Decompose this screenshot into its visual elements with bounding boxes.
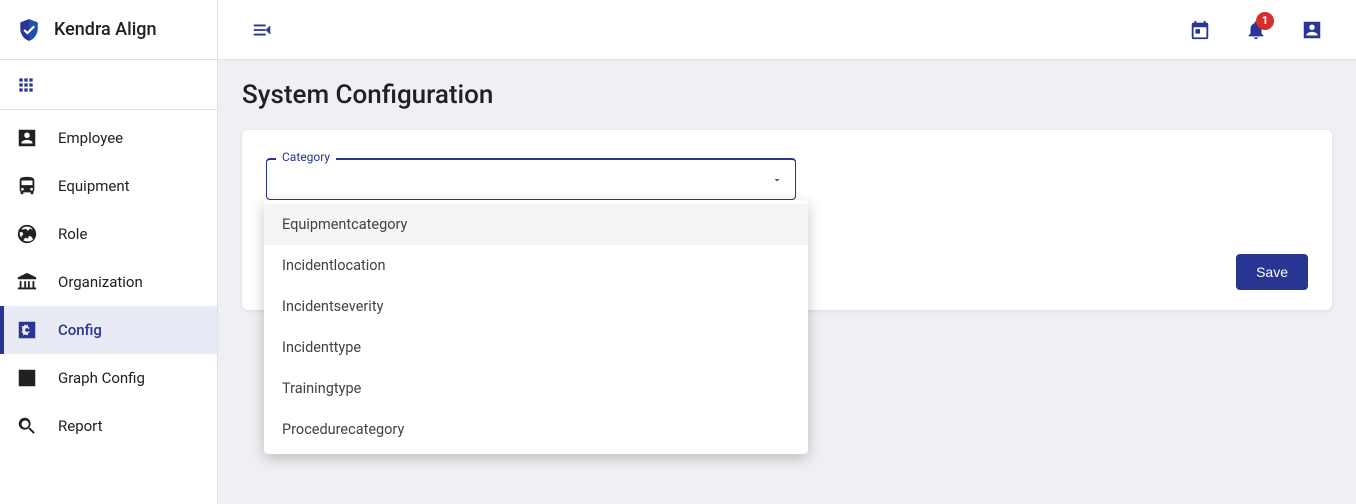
sidebar-item-label: Graph Config (58, 369, 145, 387)
chevron-down-icon (771, 174, 783, 186)
person-box-icon (16, 127, 38, 149)
sidebar-item-graph-config[interactable]: Graph Config (0, 354, 217, 402)
sidebar-item-role[interactable]: Role (0, 210, 217, 258)
apps-icon (16, 75, 36, 95)
notifications-button[interactable]: 1 (1236, 10, 1276, 50)
sidebar-item-employee[interactable]: Employee (0, 114, 217, 162)
category-dropdown: Equipmentcategory Incidentlocation Incid… (264, 200, 808, 454)
sidebar-item-label: Config (58, 321, 102, 339)
sidebar-item-equipment[interactable]: Equipment (0, 162, 217, 210)
settings-box-icon (16, 319, 38, 341)
globe-admin-icon (16, 223, 38, 245)
category-option[interactable]: Incidenttype (264, 327, 808, 368)
calendar-button[interactable] (1180, 10, 1220, 50)
account-button[interactable] (1292, 10, 1332, 50)
sidebar-item-config[interactable]: Config (0, 306, 217, 354)
brand: Kendra Align (0, 0, 217, 60)
search-icon (16, 415, 38, 437)
category-option[interactable]: Procedurecategory (264, 409, 808, 450)
category-select[interactable] (266, 158, 796, 200)
config-card: Category Equipmentcategory Incidentlocat… (242, 130, 1332, 310)
save-button[interactable]: Save (1236, 254, 1308, 290)
account-icon (1301, 19, 1323, 41)
menu-collapse-button[interactable] (242, 10, 282, 50)
notification-badge: 1 (1256, 12, 1274, 30)
calendar-icon (1189, 19, 1211, 41)
category-option[interactable]: Trainingtype (264, 368, 808, 409)
brand-name: Kendra Align (54, 19, 157, 40)
category-label: Category (276, 150, 336, 164)
institution-icon (16, 271, 38, 293)
chart-settings-icon (16, 367, 38, 389)
sidebar-item-label: Role (58, 225, 87, 243)
content: System Configuration Category Equipmentc… (218, 60, 1356, 504)
main: 1 System Configuration Category (218, 0, 1356, 504)
sidebar-item-label: Organization (58, 273, 143, 291)
category-option[interactable]: Equipmentcategory (264, 204, 808, 245)
sidebar-item-label: Equipment (58, 177, 130, 195)
logo-shield-icon (16, 17, 42, 43)
category-option[interactable]: Incidentlocation (264, 245, 808, 286)
sidebar-item-label: Employee (58, 129, 123, 147)
category-field: Category Equipmentcategory Incidentlocat… (266, 158, 796, 200)
sidebar-item-label: Report (58, 417, 103, 435)
apps-button[interactable] (0, 60, 217, 110)
category-option[interactable]: Incidentseverity (264, 286, 808, 327)
sidebar-nav: Employee Equipment Role Organization Con… (0, 110, 217, 450)
topbar: 1 (218, 0, 1356, 60)
page-title: System Configuration (242, 80, 1332, 110)
menu-collapse-icon (251, 19, 273, 41)
sidebar: Kendra Align Employee Equipment Role Org (0, 0, 218, 504)
bus-icon (16, 175, 38, 197)
sidebar-item-organization[interactable]: Organization (0, 258, 217, 306)
sidebar-item-report[interactable]: Report (0, 402, 217, 450)
